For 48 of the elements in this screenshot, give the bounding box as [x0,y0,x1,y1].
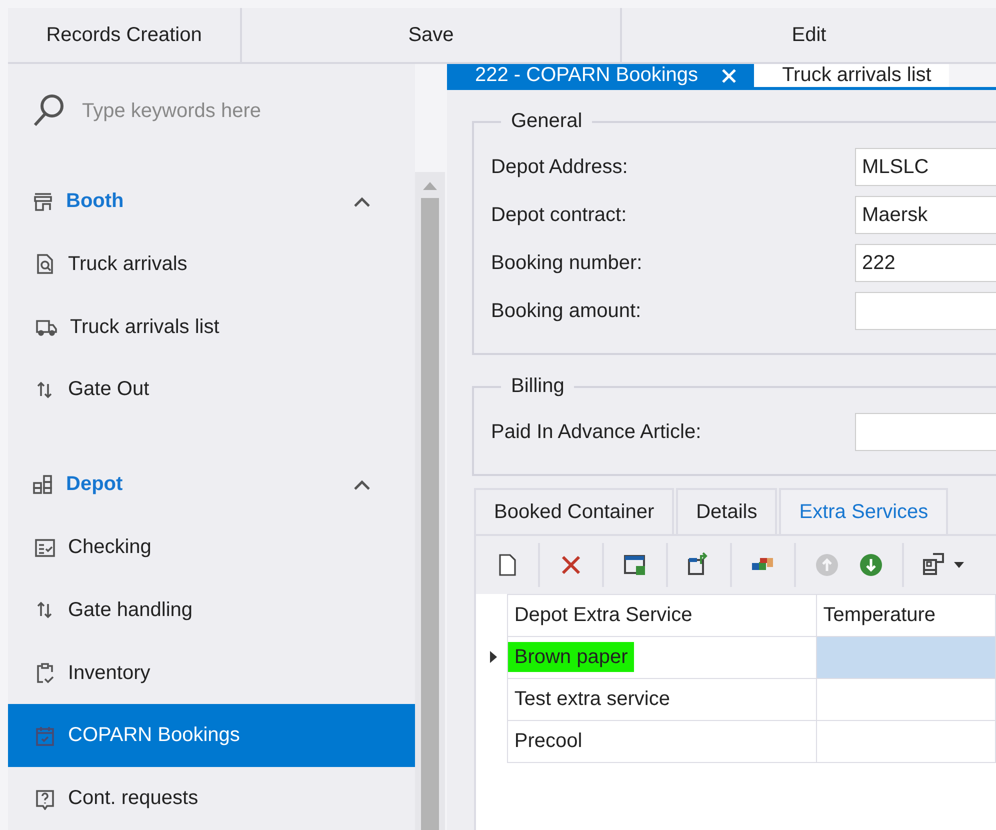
tab[interactable]: Extra Services [779,488,948,534]
document-tab[interactable]: Truck arrivals list [754,64,950,87]
toolbar-button[interactable]: Records Creation [8,8,242,62]
tab[interactable]: Booked Container [474,488,674,534]
group-title: Billing [510,375,566,398]
sidebar-item[interactable]: Truck arrivals [8,232,415,296]
scrollbar[interactable] [415,172,445,830]
sidebar-item[interactable]: Gate Out [8,358,415,422]
sidebar-item[interactable]: Checking [8,516,415,579]
input-field[interactable]: Maersk [855,196,996,234]
toolbar-button[interactable]: Edit [622,8,996,62]
group-title[interactable]: Booth [66,190,341,213]
document-search-icon [34,253,56,276]
clipboard-check-icon [34,662,56,684]
column-header[interactable]: Depot Extra Service [508,594,817,636]
field-label: Booking number: [491,252,644,274]
field-label: Booking amount: [491,300,642,322]
field-label: Paid In Advance Article: [491,420,702,444]
chevron-icon[interactable] [353,478,371,491]
toolbar-button[interactable]: Save [242,8,622,62]
table-cell: Brown paper [508,636,817,678]
checklist-icon [34,536,56,559]
input-field[interactable]: 222 [855,244,996,282]
grid-blocks-icon [32,474,54,496]
input-field[interactable] [855,292,996,330]
sidebar-item[interactable]: COPARN Bookings [8,704,415,768]
sidebar-item[interactable]: Gate handling [8,578,415,642]
document-tab[interactable]: 222 - COPARN Bookings [447,64,754,87]
column-header[interactable]: Temperature [816,594,996,636]
storefront-icon [32,190,54,212]
field-label: Depot contract: [491,204,628,226]
group-title[interactable]: Depot [66,473,341,496]
table-cell: Precool [508,720,817,762]
field-label: Depot Address: [491,156,629,178]
close-icon[interactable] [722,68,736,82]
dropdown-caret-icon[interactable] [954,562,964,568]
question-icon [34,788,56,810]
group-title: General [510,110,584,133]
input-field[interactable]: MLSLC [855,148,996,186]
chevron-icon[interactable] [353,196,371,208]
input-field[interactable] [855,413,996,451]
search-field[interactable]: Type keywords here [80,98,384,124]
table-cell: Test extra service [508,678,817,720]
calendar-icon [34,724,56,747]
sidebar-item[interactable]: Cont. requests [8,767,415,830]
tab[interactable]: Details [676,488,778,534]
sidebar-item[interactable]: Inventory [8,642,415,704]
sidebar-item[interactable]: Truck arrivals list [8,296,415,358]
